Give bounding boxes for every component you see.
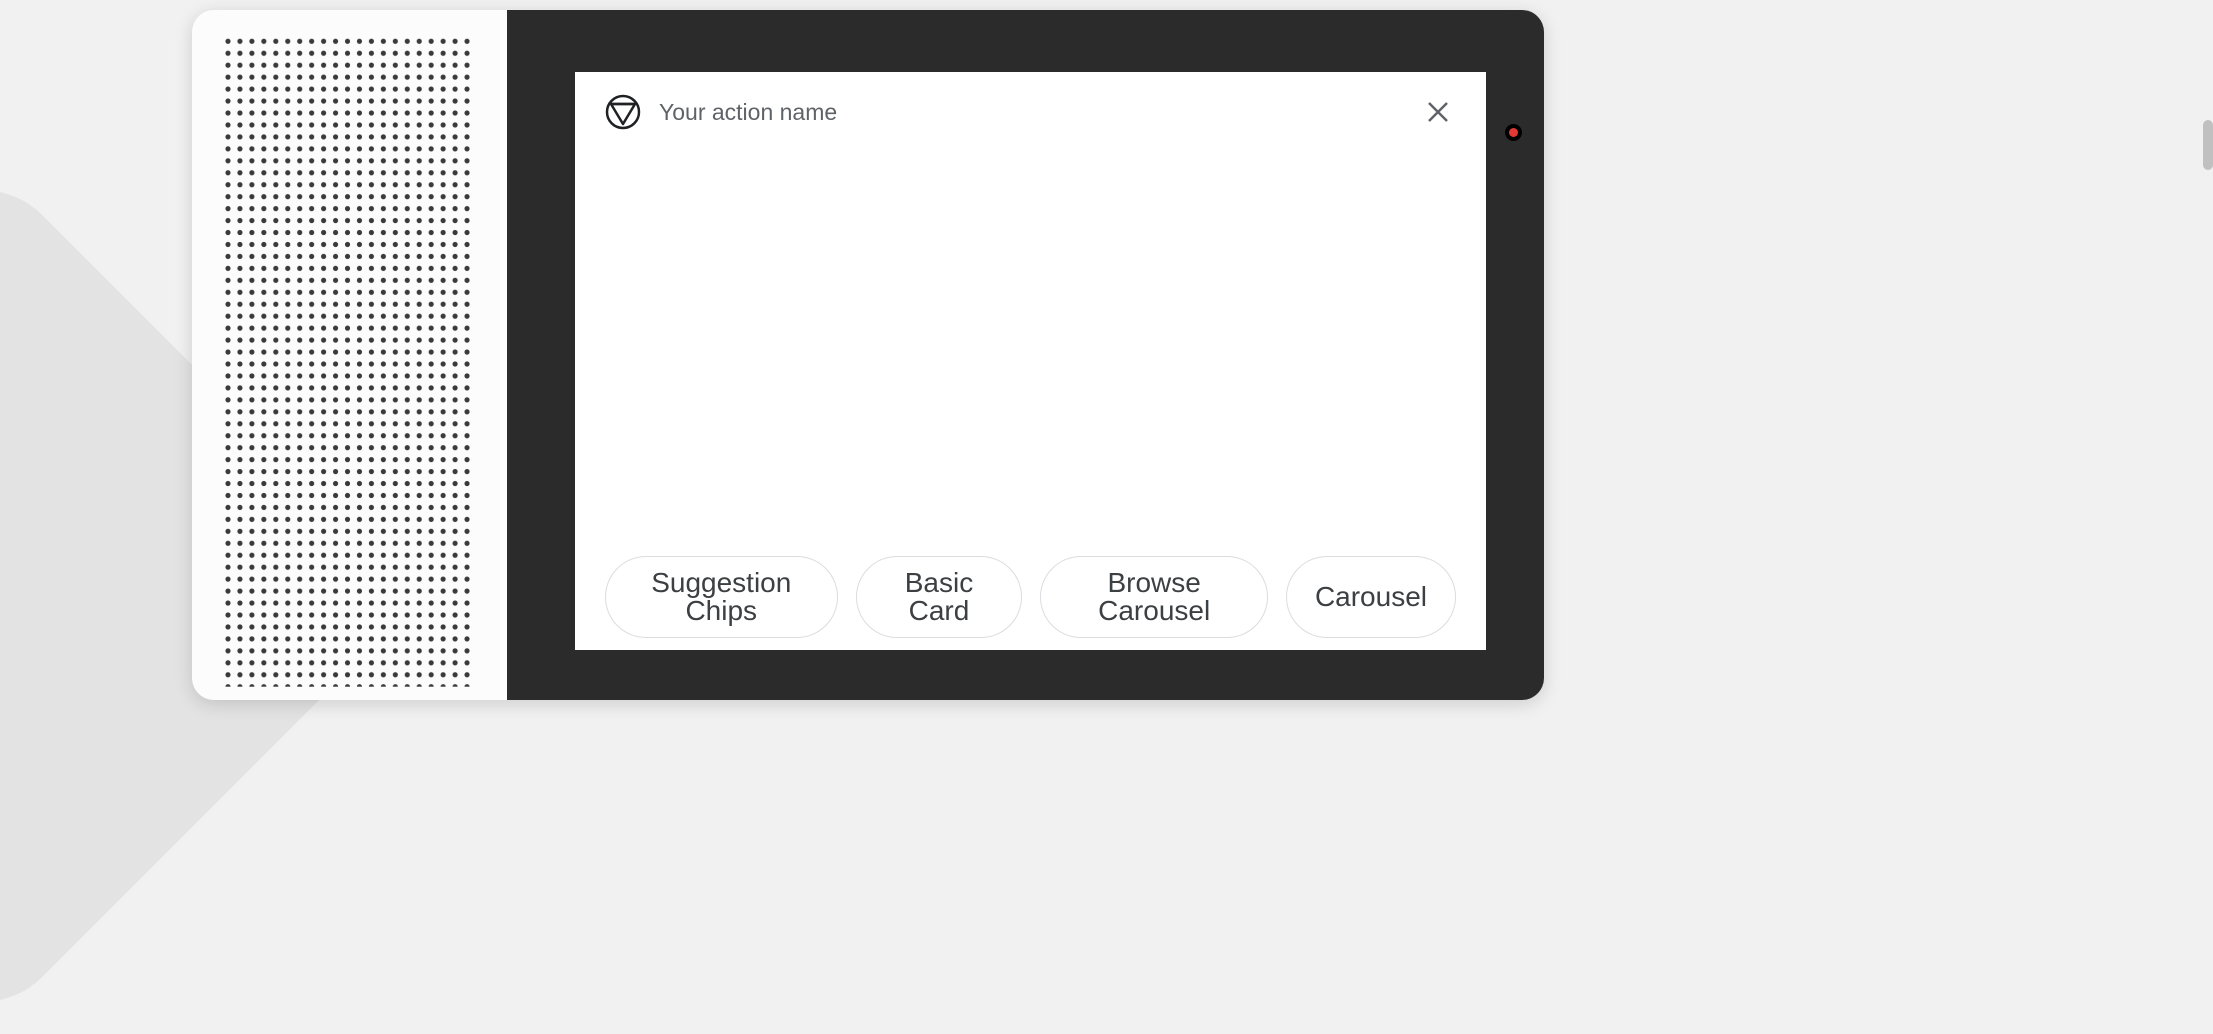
- speaker-grille: [192, 10, 507, 700]
- smart-display-device: Your action name Suggestion Chips Basic …: [192, 10, 1544, 700]
- chip-suggestion-chips[interactable]: Suggestion Chips: [605, 556, 838, 638]
- speaker-grille-dots: [224, 36, 475, 688]
- close-button[interactable]: [1420, 94, 1456, 130]
- record-indicator-icon: [1505, 124, 1522, 141]
- chip-carousel[interactable]: Carousel: [1286, 556, 1456, 638]
- page-scrollbar[interactable]: [2203, 120, 2213, 170]
- action-title: Your action name: [659, 99, 1402, 126]
- device-screen: Your action name Suggestion Chips Basic …: [507, 10, 1544, 700]
- card-body: [575, 152, 1486, 556]
- suggestion-chips-row: Suggestion Chips Basic Card Browse Carou…: [575, 556, 1486, 650]
- close-icon: [1426, 112, 1450, 127]
- chip-basic-card[interactable]: Basic Card: [856, 556, 1023, 638]
- chip-browse-carousel[interactable]: Browse Carousel: [1040, 556, 1268, 638]
- card-header: Your action name: [575, 72, 1486, 152]
- conversation-card: Your action name Suggestion Chips Basic …: [575, 72, 1486, 650]
- action-logo-icon: [605, 94, 641, 130]
